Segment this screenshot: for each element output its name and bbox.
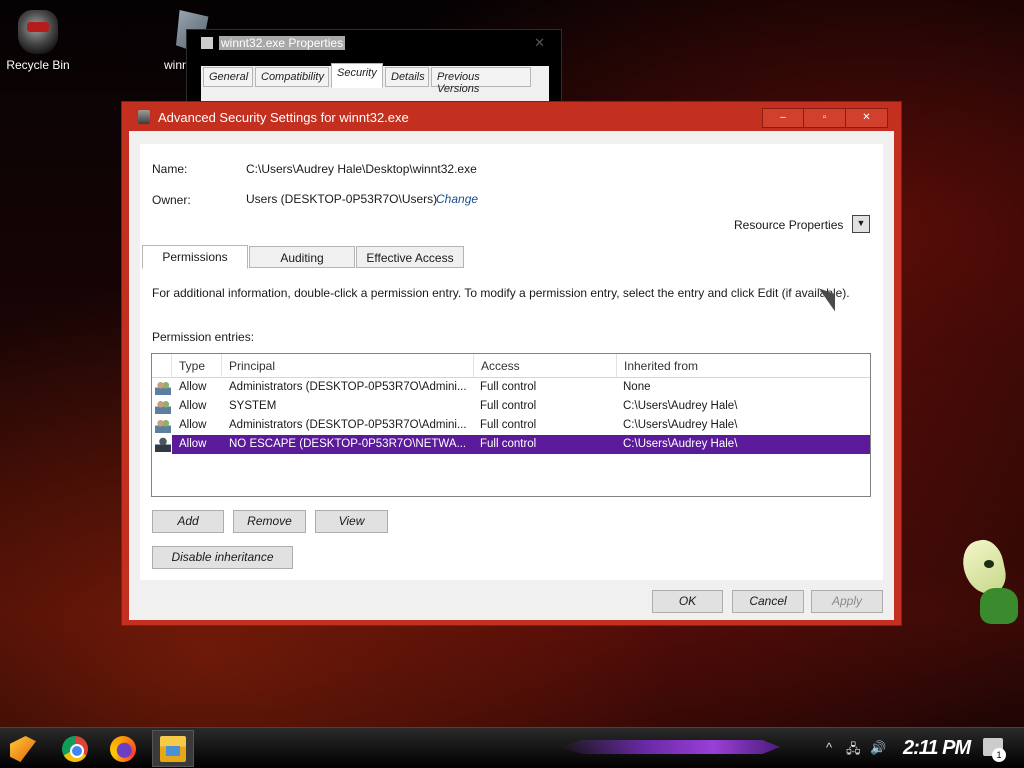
name-label: Name: bbox=[152, 162, 188, 176]
tab-permissions[interactable]: Permissions bbox=[142, 245, 248, 269]
table-row[interactable]: Allow Administrators (DESKTOP-0P53R7O\Adm… bbox=[152, 378, 870, 397]
dialog-title: Advanced Security Settings for winnt32.e… bbox=[158, 109, 409, 125]
properties-titlebar[interactable]: winnt32.exe Properties ✕ bbox=[187, 30, 561, 56]
cell-type: Allow bbox=[179, 400, 207, 412]
desktop-icon-winnt32[interactable]: winn bbox=[150, 10, 209, 72]
tab-details[interactable]: Details bbox=[385, 67, 429, 87]
table-header: Type Principal Access Inherited from bbox=[152, 354, 870, 378]
info-text: For additional information, double-click… bbox=[152, 286, 850, 300]
tray-overflow-chevron-icon[interactable]: ^ bbox=[826, 740, 832, 755]
table-row[interactable]: Allow Administrators (DESKTOP-0P53R7O\Adm… bbox=[152, 416, 870, 435]
character-body bbox=[980, 588, 1018, 624]
table-row[interactable]: Allow SYSTEM Full control C:\Users\Audrey H… bbox=[152, 397, 870, 416]
cell-access: Full control bbox=[480, 400, 537, 412]
properties-tabs: General Compatibility Security Details P… bbox=[201, 63, 549, 106]
character-sticker bbox=[958, 536, 1024, 630]
tab-compatibility[interactable]: Compatibility bbox=[255, 67, 329, 87]
owner-label: Owner: bbox=[152, 193, 191, 207]
owner-value: Users (DESKTOP-0P53R7O\Users) bbox=[246, 192, 438, 206]
desktop-icon-label: Recycle Bin bbox=[6, 58, 70, 72]
disable-inheritance-button[interactable]: Disable inheritance bbox=[152, 546, 293, 569]
resource-properties-label: Resource Properties bbox=[734, 218, 844, 232]
cell-type: Allow bbox=[179, 438, 207, 450]
cell-principal: Administrators (DESKTOP-0P53R7O\Admini..… bbox=[229, 419, 467, 431]
permission-entries-label: Permission entries: bbox=[152, 330, 255, 344]
cell-type: Allow bbox=[179, 419, 207, 431]
column-header-icon bbox=[152, 354, 172, 378]
volume-icon[interactable]: 🔊 bbox=[870, 740, 886, 756]
resource-properties-dropdown[interactable]: ▼ bbox=[852, 215, 870, 233]
file-explorer-icon[interactable] bbox=[160, 736, 186, 762]
group-icon bbox=[155, 418, 171, 433]
cell-access: Full control bbox=[480, 438, 537, 450]
properties-title: winnt32.exe Properties bbox=[219, 36, 346, 50]
advanced-security-dialog[interactable]: Advanced Security Settings for winnt32.e… bbox=[121, 101, 902, 626]
notification-count-badge: 1 bbox=[992, 748, 1006, 762]
tab-effective-access[interactable]: Effective Access bbox=[356, 246, 464, 268]
view-button[interactable]: View bbox=[315, 510, 388, 533]
cancel-button[interactable]: Cancel bbox=[732, 590, 804, 613]
group-icon bbox=[155, 380, 171, 395]
desktop-icon-recycle-bin[interactable]: Recycle Bin bbox=[0, 10, 76, 72]
network-icon[interactable]: 🖧 bbox=[846, 740, 861, 762]
cell-principal: Administrators (DESKTOP-0P53R7O\Admini..… bbox=[229, 381, 467, 393]
table-row[interactable]: Allow NO ESCAPE (DESKTOP-0P53R7O\NETWA...… bbox=[152, 435, 870, 454]
remove-button[interactable]: Remove bbox=[233, 510, 306, 533]
tab-previous-versions[interactable]: Previous Versions bbox=[431, 67, 531, 95]
cell-principal: NO ESCAPE (DESKTOP-0P53R7O\NETWA... bbox=[229, 438, 467, 450]
cell-principal: SYSTEM bbox=[229, 400, 277, 412]
chrome-icon[interactable] bbox=[62, 736, 88, 762]
firefox-icon[interactable] bbox=[110, 736, 136, 762]
properties-window[interactable]: winnt32.exe Properties ✕ General Compati… bbox=[186, 29, 562, 109]
cell-inherited: C:\Users\Audrey Hale\ bbox=[623, 400, 738, 412]
cell-type: Allow bbox=[179, 381, 207, 393]
cell-inherited: None bbox=[623, 381, 651, 393]
window-controls: – ▫ ✕ bbox=[762, 108, 888, 128]
close-icon[interactable]: ✕ bbox=[534, 35, 545, 51]
tab-general[interactable]: General bbox=[203, 67, 253, 87]
ok-button[interactable]: OK bbox=[652, 590, 723, 613]
column-header-principal[interactable]: Principal bbox=[222, 354, 474, 378]
shield-icon bbox=[138, 110, 150, 124]
column-header-inherited-from[interactable]: Inherited from bbox=[617, 354, 871, 378]
character-eye bbox=[984, 560, 994, 568]
apply-button: Apply bbox=[811, 590, 883, 613]
cell-inherited: C:\Users\Audrey Hale\ bbox=[623, 419, 738, 431]
tab-security[interactable]: Security bbox=[331, 63, 383, 88]
column-header-access[interactable]: Access bbox=[474, 354, 617, 378]
tab-auditing[interactable]: Auditing bbox=[249, 246, 355, 268]
taskbar-clock[interactable]: 2:11 PM bbox=[903, 737, 971, 760]
taskbar: ^ 🖧 🔊 2:11 PM 1 bbox=[0, 727, 1024, 768]
group-icon bbox=[155, 399, 171, 414]
desktop-icon-label: winn bbox=[164, 58, 189, 72]
add-button[interactable]: Add bbox=[152, 510, 224, 533]
dialog-client: Name: C:\Users\Audrey Hale\Desktop\winnt… bbox=[129, 131, 894, 620]
minimize-button[interactable]: – bbox=[762, 108, 804, 128]
cell-access: Full control bbox=[480, 419, 537, 431]
name-value: C:\Users\Audrey Hale\Desktop\winnt32.exe bbox=[246, 162, 477, 176]
recycle-bin-icon bbox=[18, 10, 58, 54]
maximize-button[interactable]: ▫ bbox=[804, 108, 846, 128]
user-icon bbox=[155, 437, 171, 452]
column-header-type[interactable]: Type bbox=[172, 354, 222, 378]
permission-entries-table: Type Principal Access Inherited from All… bbox=[151, 353, 871, 497]
start-icon[interactable] bbox=[10, 736, 36, 762]
close-button[interactable]: ✕ bbox=[846, 108, 888, 128]
cell-inherited: C:\Users\Audrey Hale\ bbox=[623, 438, 738, 450]
chevron-down-icon: ▼ bbox=[856, 218, 866, 228]
app-icon bbox=[201, 37, 213, 49]
cell-access: Full control bbox=[480, 381, 537, 393]
taskbar-decoration bbox=[560, 740, 780, 754]
change-owner-link[interactable]: Change bbox=[436, 192, 478, 206]
